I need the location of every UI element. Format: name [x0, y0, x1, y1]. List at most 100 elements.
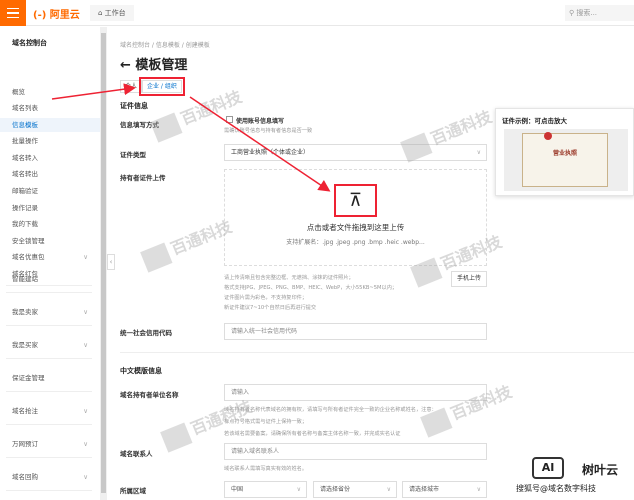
city-select[interactable]: 请选择城市 ∨: [402, 481, 487, 498]
owner-name-label: 域名持有者单位名称: [120, 391, 179, 399]
sidebar-item-label: 域名转出: [12, 170, 38, 178]
sidebar-item-label: 域名转入: [12, 154, 38, 162]
cert-example-popover: 证件示例：可点击放大 营业执照: [495, 108, 634, 196]
tabs: 个人 企业 / 组织: [120, 77, 185, 96]
owner-hint: 若该域名需要备案，请确保所有者名称与备案主体名称一致，并完成实名认证: [224, 431, 401, 437]
breadcrumb: 域名控制台 / 信息模板 / 创建模板: [120, 42, 210, 49]
divider: [6, 358, 92, 359]
aliyun-logo[interactable]: (-) 阿里云: [33, 6, 80, 21]
sidebar-item[interactable]: 域名优惠包 ∨: [0, 250, 100, 264]
sidebar-item-label: 域名列表: [12, 104, 38, 112]
workspace-button[interactable]: ⌂ 工作台: [90, 5, 134, 21]
sidebar-group-label: 我是卖家: [12, 308, 38, 316]
credit-code-input[interactable]: 请输入统一社会信用代码: [224, 323, 487, 340]
sidebar-item-label: 信息模板: [12, 121, 38, 129]
province-select[interactable]: 请选择省份 ∨: [313, 481, 397, 498]
upload-icon[interactable]: ⊼: [334, 184, 377, 217]
collapse-sidebar-button[interactable]: ‹: [107, 254, 115, 270]
cn-section-title: 中文模版信息: [120, 367, 162, 375]
chevron-down-icon: ∨: [83, 341, 88, 349]
sidebar-item[interactable]: 域名列表: [0, 101, 100, 115]
city-value: 请选择城市: [409, 486, 440, 493]
sidebar-group-label: 万网预订: [12, 440, 38, 448]
sidebar-group[interactable]: 域名抢注 ∨: [0, 404, 100, 418]
emblem-icon: [544, 132, 552, 140]
source-caption: 搜狐号@域名数字科技: [516, 484, 596, 493]
country-value: 中国: [231, 486, 244, 493]
owner-name-input[interactable]: 请输入: [224, 384, 487, 401]
sidebar-group-label: 域名回购: [12, 473, 38, 481]
chevron-down-icon: ∨: [83, 473, 88, 481]
popover-title: 证件示例：可点击放大: [502, 117, 567, 125]
upload-text: 点击或者文件拖拽到这里上传: [306, 223, 405, 232]
sidebar: 域名控制台 概览域名列表信息模板批量操作域名转入域名转出邮箱验证操作记录我的下载…: [0, 27, 100, 500]
sidebar-group[interactable]: 保证金管理: [0, 371, 100, 385]
breadcrumb-item[interactable]: 信息模板: [156, 42, 180, 49]
sidebar-item[interactable]: 信息模板: [0, 118, 100, 132]
sidebar-item[interactable]: 邮箱验证: [0, 184, 100, 198]
cert-type-label: 证件类型: [120, 151, 146, 159]
divider: [6, 391, 92, 392]
watermark: 百通科技: [139, 213, 236, 273]
sidebar-item-label: 域名优惠包: [12, 253, 45, 261]
sidebar-item-label: 批量操作: [12, 137, 38, 145]
cert-example-image[interactable]: 营业执照: [504, 129, 628, 191]
sidebar-item-label: 邮箱验证: [12, 187, 38, 195]
use-account-checkbox[interactable]: [226, 116, 233, 123]
chevron-down-icon: ∨: [83, 253, 88, 261]
fill-hint: 需确认账号信息与持有者信息是否一致: [224, 128, 313, 134]
chevron-down-icon: ∨: [386, 486, 391, 493]
region-label: 所属区域: [120, 487, 146, 495]
divider: [6, 457, 92, 458]
chevron-down-icon: ∨: [83, 308, 88, 316]
sidebar-item[interactable]: 操作记录: [0, 201, 100, 215]
cert-section-title: 证件信息: [120, 102, 148, 110]
sidebar-group[interactable]: 域名回购 ∨: [0, 470, 100, 484]
chevron-down-icon: ∨: [476, 149, 481, 156]
page-title[interactable]: ← 模板管理: [120, 54, 187, 73]
sidebar-item[interactable]: 批量操作: [0, 134, 100, 148]
sidebar-group-label: 智能建站: [12, 275, 38, 283]
search-input[interactable]: ⚲ 搜索...: [565, 5, 634, 21]
contact-input[interactable]: 请输入域名联系人: [224, 443, 487, 460]
cert-type-value: 工商营业执照（个体或企业）: [231, 149, 310, 156]
top-header: (-) 阿里云 ⌂ 工作台 ⚲ 搜索...: [0, 0, 634, 26]
brand-name: 树叶云: [582, 463, 619, 477]
fill-method-label: 信息填写方式: [120, 121, 159, 129]
menu-button[interactable]: [0, 0, 26, 26]
cert-type-select[interactable]: 工商营业执照（个体或企业） ∨: [224, 144, 487, 161]
sidebar-group-label: 域名抢注: [12, 407, 38, 415]
sidebar-item[interactable]: 概览: [0, 85, 100, 99]
sidebar-item[interactable]: 安全锁管理: [0, 234, 100, 248]
chevron-down-icon: ∨: [476, 486, 481, 493]
sidebar-item[interactable]: 我的下载: [0, 217, 100, 231]
divider: [6, 325, 92, 326]
sidebar-title: 域名控制台: [12, 39, 47, 47]
mobile-upload-button[interactable]: 手机上传: [451, 271, 487, 287]
search-placeholder: 搜索...: [576, 9, 598, 17]
contact-label: 域名联系人: [120, 450, 153, 458]
sidebar-item-label: 操作记录: [12, 204, 38, 212]
sidebar-group[interactable]: 我是买家 ∨: [0, 338, 100, 352]
tab-personal[interactable]: 个人: [120, 80, 143, 93]
sidebar-item-label: 安全锁管理: [12, 237, 45, 245]
sidebar-group-label: 我是买家: [12, 341, 38, 349]
country-select[interactable]: 中国 ∨: [224, 481, 307, 498]
sidebar-item[interactable]: 域名转入: [0, 151, 100, 165]
overlay-badge: AI 树叶云 搜狐号@域名数字科技: [516, 455, 634, 500]
sidebar-scrollbar[interactable]: [100, 27, 107, 500]
sidebar-group[interactable]: 万网预订 ∨: [0, 437, 100, 451]
sidebar-item[interactable]: 域名转出: [0, 167, 100, 181]
ai-logo: AI: [532, 457, 564, 479]
sidebar-group[interactable]: 智能建站: [0, 272, 100, 286]
breadcrumb-item[interactable]: 域名控制台: [120, 42, 150, 49]
divider: [120, 352, 634, 353]
credit-code-label: 统一社会信用代码: [120, 329, 172, 337]
owner-hint: 标点符号格式需与证件上保持一致；: [224, 419, 308, 425]
divider: [6, 424, 92, 425]
sidebar-group[interactable]: 我是卖家 ∨: [0, 305, 100, 319]
tab-enterprise[interactable]: 企业 / 组织: [139, 77, 185, 96]
divider: [6, 490, 92, 491]
breadcrumb-item: 创建模板: [185, 42, 210, 49]
home-icon: ⌂: [98, 9, 105, 17]
